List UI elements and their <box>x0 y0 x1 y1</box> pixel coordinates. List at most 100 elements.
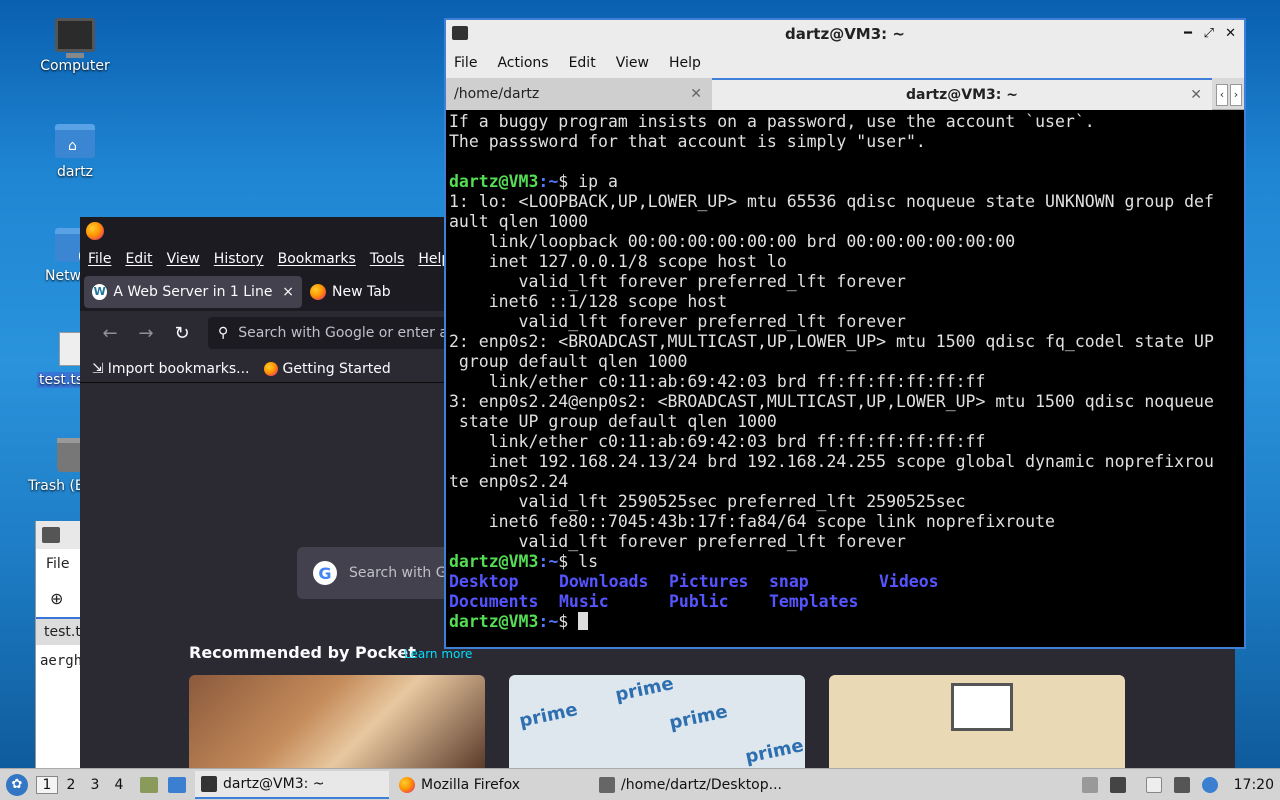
dir-entry: Documents <box>449 592 539 611</box>
terminal-icon <box>201 775 217 792</box>
wordpress-icon: W <box>92 284 108 300</box>
home-folder-icon: ⌂ <box>55 124 95 158</box>
output-line: state UP group default qlen 1000 <box>449 412 777 431</box>
picture-frame-image <box>951 683 1013 731</box>
menu-history[interactable]: History <box>214 251 264 267</box>
pocket-card-3[interactable] <box>829 675 1125 769</box>
task-firefox[interactable]: Mozilla Firefox <box>393 771 589 799</box>
card-text: prime <box>517 699 580 732</box>
card-text: prime <box>613 675 676 706</box>
workspace-2[interactable]: 2 <box>60 777 82 793</box>
output-line: 3: enp0s2.24@enp0s2: <BROADCAST,MULTICAS… <box>449 392 1214 411</box>
prompt-line: dartz@VM3:~$ <box>449 612 1241 632</box>
desktop-icon-computer[interactable]: Computer <box>27 18 123 74</box>
keyboard-icon[interactable] <box>1173 776 1190 793</box>
bookmark-label: Getting Started <box>282 360 391 377</box>
content-search-placeholder: Search with G <box>349 565 447 581</box>
minimize-icon[interactable]: ━ <box>1184 20 1192 48</box>
menu-bookmarks[interactable]: Bookmarks <box>278 251 356 267</box>
start-menu-icon[interactable]: ✿ <box>6 773 28 796</box>
menu-edit[interactable]: Edit <box>125 251 152 267</box>
text-editor-icon <box>42 527 60 543</box>
close-icon[interactable]: ✕ <box>1225 20 1236 48</box>
volume-icon[interactable] <box>1109 776 1126 793</box>
new-file-icon[interactable]: ⊕ <box>36 579 80 617</box>
task-label: /home/dartz/Desktop... <box>621 776 782 793</box>
card-text: prime <box>743 735 805 768</box>
show-desktop-icon[interactable] <box>168 776 186 793</box>
terminal-window: dartz@VM3: ~ ━ ⤢ ✕ File Actions Edit Vie… <box>444 18 1246 649</box>
search-icon: ⚲ <box>218 325 229 341</box>
menu-view[interactable]: View <box>616 55 649 71</box>
maximize-icon[interactable]: ⤢ <box>1204 20 1214 48</box>
menu-edit[interactable]: Edit <box>569 55 596 71</box>
output-line: valid_lft forever preferred_lft forever <box>449 312 906 331</box>
task-terminal[interactable]: dartz@VM3: ~ <box>195 770 389 799</box>
forward-arrow-icon[interactable]: → <box>128 323 164 344</box>
bookmark-import[interactable]: ⇲ Import bookmarks... <box>92 361 250 377</box>
taskbar: ✿ 1 2 3 4 dartz@VM3: ~ Mozilla Firefox /… <box>0 768 1280 800</box>
pocket-card-2[interactable]: prime prime prime prime <box>509 675 805 769</box>
bookmark-getting-started[interactable]: Getting Started <box>263 360 391 377</box>
desktop-icon-home-folder[interactable]: ⌂ dartz <box>27 124 123 180</box>
terminal-output[interactable]: If a buggy program insists on a password… <box>446 112 1244 647</box>
close-tab-icon[interactable]: ✕ <box>1190 87 1202 103</box>
network-status-icon[interactable] <box>1201 776 1218 793</box>
menu-file[interactable]: File <box>88 251 111 267</box>
menu-actions[interactable]: Actions <box>497 55 548 71</box>
import-icon: ⇲ <box>92 360 104 377</box>
dir-entry: Public <box>669 592 729 611</box>
desktop-icon-label: test.ts <box>37 372 86 388</box>
menu-view[interactable]: View <box>167 251 200 267</box>
workspace-4[interactable]: 4 <box>108 777 130 793</box>
menu-file[interactable]: File <box>36 549 80 579</box>
clock[interactable]: 17:20 <box>1234 777 1274 793</box>
editor-tab[interactable]: test.ts <box>36 617 88 645</box>
dir-entry: Pictures <box>669 572 749 591</box>
dir-entry: Desktop <box>449 572 519 591</box>
workspace-1[interactable]: 1 <box>36 775 58 794</box>
tab-home-dartz[interactable]: /home/dartz ✕ <box>446 77 712 110</box>
desktop-icon-label: dartz <box>56 164 94 180</box>
output-line: 2: enp0s2: <BROADCAST,MULTICAST,UP,LOWER… <box>449 332 1214 351</box>
output-line: inet6 ::1/128 scope host <box>449 292 728 311</box>
firefox-icon <box>399 776 415 793</box>
tab-new-tab[interactable]: New Tab <box>302 276 399 308</box>
task-label: dartz@VM3: ~ <box>223 775 325 792</box>
output-line: ​ <box>449 152 1241 172</box>
menu-tools[interactable]: Tools <box>370 251 405 267</box>
window-titlebar[interactable] <box>36 521 80 549</box>
terminal-menubar: File Actions Edit View Help <box>446 48 1244 78</box>
bookmark-label: Import bookmarks... <box>107 360 250 377</box>
back-arrow-icon[interactable]: ← <box>92 323 128 344</box>
close-tab-icon[interactable]: × <box>276 284 294 300</box>
terminal-titlebar[interactable]: dartz@VM3: ~ ━ ⤢ ✕ <box>446 20 1244 48</box>
tab-label: /home/dartz <box>454 85 540 102</box>
reload-icon[interactable]: ↻ <box>164 323 200 344</box>
close-tab-icon[interactable]: ✕ <box>690 86 702 102</box>
prompt-line: dartz@VM3:~$ ip a <box>449 172 618 191</box>
tab-scroll-left-icon[interactable]: ‹ <box>1216 84 1228 106</box>
file-manager-icon[interactable] <box>140 776 158 793</box>
output-line: link/ether c0:11:ab:69:42:03 brd ff:ff:f… <box>449 372 986 391</box>
workspace-3[interactable]: 3 <box>84 777 106 793</box>
pocket-card-1[interactable] <box>189 675 485 769</box>
task-text-editor[interactable]: /home/dartz/Desktop... <box>593 771 788 799</box>
tab-label: dartz@VM3: ~ <box>906 86 1018 103</box>
ls-row: Desktop Downloads Pictures snap Videos <box>449 572 1241 592</box>
pocket-learn-more-link[interactable]: Learn more <box>404 647 472 661</box>
output-line: inet 127.0.0.1/8 scope host lo <box>449 252 787 271</box>
tray-up-icon[interactable] <box>1081 776 1098 793</box>
clipboard-icon[interactable] <box>1145 776 1162 793</box>
dir-entry: snap <box>769 572 809 591</box>
command-text: ls <box>578 552 599 571</box>
menu-file[interactable]: File <box>454 55 477 71</box>
text-editor-icon <box>599 776 615 793</box>
output-line: inet6 fe80::7045:43b:17f:fa84/64 scope l… <box>449 512 1055 531</box>
tab-scroll-right-icon[interactable]: › <box>1230 84 1242 106</box>
output-line: group default qlen 1000 <box>449 352 688 371</box>
editor-text[interactable]: aergh <box>36 645 82 669</box>
tab-dartz-vm3[interactable]: dartz@VM3: ~ ✕ <box>712 77 1212 110</box>
tab-web-server[interactable]: W A Web Server in 1 Line o × <box>84 276 302 308</box>
menu-help[interactable]: Help <box>669 55 701 71</box>
